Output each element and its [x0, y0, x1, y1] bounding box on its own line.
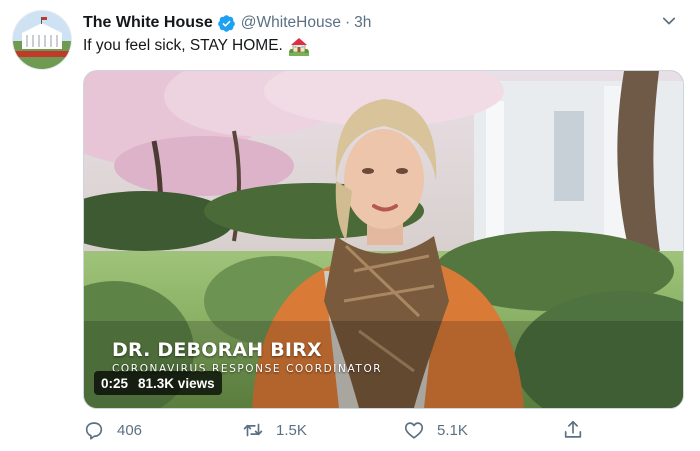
share-icon [564, 420, 582, 438]
tweet-header: The White House @WhiteHouse · 3h [83, 12, 371, 34]
author-handle[interactable]: @WhiteHouse [241, 14, 341, 32]
video-views: 81.3K views [138, 375, 215, 391]
share-button[interactable] [562, 419, 596, 441]
video-player[interactable]: DR. DEBORAH BIRX CORONAVIRUS RESPONSE CO… [83, 70, 684, 409]
author-name[interactable]: The White House [83, 14, 213, 32]
speaker-name: DR. DEBORAH BIRX [112, 339, 322, 361]
white-house-avatar[interactable] [12, 10, 72, 70]
tweet-text-body: If you feel sick, STAY HOME. [83, 37, 283, 54]
like-count: 5.1K [437, 421, 468, 439]
reply-count: 406 [117, 421, 143, 439]
retweet-icon [243, 423, 263, 437]
tweet-actions: 406 1.5K 5.1K [83, 419, 603, 445]
tweet-card[interactable]: The White House @WhiteHouse · 3h If you … [0, 0, 700, 451]
house-with-garden-emoji [288, 36, 309, 56]
header-separator: · [344, 14, 351, 31]
lower-third-caption: DR. DEBORAH BIRX CORONAVIRUS RESPONSE CO… [112, 339, 382, 375]
tweet-timestamp[interactable]: 3h [354, 14, 371, 32]
video-stats-badge: 0:25 81.3K views [94, 371, 222, 395]
like-button[interactable]: 5.1K [403, 419, 468, 441]
verified-badge-icon [217, 14, 236, 33]
chevron-down-icon[interactable] [660, 12, 678, 30]
reply-button[interactable]: 406 [83, 419, 142, 441]
video-duration: 0:25 [101, 375, 129, 391]
retweet-count: 1.5K [276, 421, 307, 439]
like-icon [404, 422, 424, 439]
retweet-button[interactable]: 1.5K [242, 419, 307, 441]
tweet-text: If you feel sick, STAY HOME. [83, 36, 309, 56]
reply-icon [85, 422, 103, 440]
